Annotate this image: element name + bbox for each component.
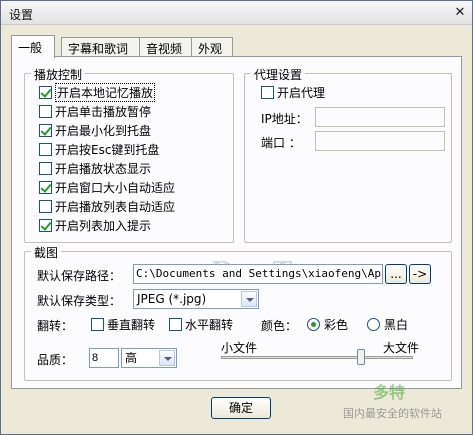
- color-option-color[interactable]: 彩色: [307, 316, 348, 332]
- tab-subtitles-label: 字幕和歌词: [68, 42, 129, 56]
- flip-horizontal-label: 水平翻转: [185, 317, 234, 332]
- tab-appearance[interactable]: 外观: [191, 37, 233, 57]
- flip-label: 翻转：: [37, 319, 74, 333]
- option-esc-tray[interactable]: 开启按Esc键到托盘: [39, 141, 159, 157]
- checkbox-flip-horizontal[interactable]: [169, 317, 182, 331]
- proxy-enable-label: 开启代理: [277, 85, 326, 100]
- tab-subtitles[interactable]: 字幕和歌词: [61, 37, 141, 57]
- tab-panel-general: 播放控制 开启本地记忆播放 开启单击播放暂停 开启最小化到托盘 开启按Esc键到…: [11, 56, 462, 389]
- quality-level-value: 高: [125, 351, 138, 365]
- option-label: 开启窗口大小自动适应: [55, 180, 176, 195]
- title-bar: 设置 ✕: [1, 1, 472, 25]
- quality-slider[interactable]: [221, 356, 413, 359]
- option-label: 开启按Esc键到托盘: [55, 142, 160, 157]
- settings-window: 设置 ✕ 一般 字幕和歌词 音视频 外观 播放控制 开启本地记忆播放 开启单击播…: [0, 0, 473, 435]
- save-path-label: 默认保存路径：: [37, 269, 122, 283]
- option-window-autofit[interactable]: 开启窗口大小自动适应: [39, 179, 175, 195]
- window-title: 设置: [9, 8, 34, 22]
- color-option-bw[interactable]: 黑白: [367, 316, 408, 332]
- checkbox-flip-vertical[interactable]: [91, 317, 104, 331]
- proxy-group: 代理设置 开启代理 IP地址： 端口 ：: [244, 66, 452, 243]
- radio-bw[interactable]: [367, 317, 380, 331]
- checkbox-local-memory[interactable]: [39, 85, 52, 99]
- checkbox-list-add-prompt[interactable]: [39, 218, 52, 232]
- save-type-value: JPEG (*.jpg): [137, 292, 207, 306]
- browse-button[interactable]: ...: [385, 264, 407, 284]
- quality-label: 品质：: [37, 353, 74, 367]
- quality-level-select[interactable]: 高: [121, 348, 177, 368]
- option-playlist-autofit[interactable]: 开启播放列表自动适应: [39, 198, 175, 214]
- proxy-port-input[interactable]: [315, 131, 445, 151]
- flip-horizontal-option[interactable]: 水平翻转: [169, 316, 233, 332]
- color-option-label: 彩色: [324, 317, 349, 332]
- option-label: 开启播放列表自动适应: [55, 199, 176, 214]
- radio-color[interactable]: [307, 317, 320, 331]
- playback-legend: 播放控制: [31, 66, 86, 83]
- quality-input[interactable]: 8: [89, 348, 119, 368]
- checkbox-minimize-tray[interactable]: [39, 123, 52, 137]
- checkbox-proxy-enable[interactable]: [261, 85, 274, 99]
- screenshot-legend: 截图: [31, 244, 62, 261]
- save-type-select[interactable]: JPEG (*.jpg): [133, 289, 259, 309]
- option-click-pause[interactable]: 开启单击播放暂停: [39, 103, 151, 119]
- chevron-down-icon[interactable]: [241, 291, 257, 307]
- open-folder-button[interactable]: ->: [409, 264, 431, 284]
- large-file-label: 大文件: [383, 341, 420, 355]
- proxy-legend: 代理设置: [251, 66, 306, 83]
- option-label: 开启最小化到托盘: [55, 123, 152, 138]
- checkbox-esc-tray[interactable]: [39, 142, 52, 156]
- proxy-ip-input[interactable]: [315, 107, 445, 127]
- proxy-enable[interactable]: 开启代理: [261, 84, 325, 100]
- proxy-port-label: 端口 ：: [261, 136, 301, 150]
- tab-appearance-label: 外观: [198, 42, 223, 56]
- tab-audio-video-label: 音视频: [146, 42, 183, 56]
- proxy-ip-label: IP地址：: [261, 112, 308, 126]
- option-minimize-tray[interactable]: 开启最小化到托盘: [39, 122, 151, 138]
- option-list-add-prompt[interactable]: 开启列表加入提示: [39, 217, 151, 233]
- checkbox-click-pause[interactable]: [39, 104, 52, 118]
- option-local-memory[interactable]: 开启本地记忆播放: [39, 82, 156, 102]
- checkbox-window-autofit[interactable]: [39, 180, 52, 194]
- flip-vertical-label: 垂直翻转: [107, 317, 156, 332]
- screenshot-group: 截图 默认保存路径： C:\Documents and Settings\xia…: [24, 244, 452, 381]
- color-label: 颜色：: [261, 319, 298, 333]
- flip-vertical-option[interactable]: 垂直翻转: [91, 316, 155, 332]
- option-label: 开启本地记忆播放: [55, 82, 156, 102]
- tab-general[interactable]: 一般: [11, 35, 55, 58]
- ok-button[interactable]: 确定: [211, 397, 271, 419]
- option-label: 开启单击播放暂停: [55, 104, 152, 119]
- color-option-label: 黑白: [384, 317, 409, 332]
- tab-general-label: 一般: [18, 41, 43, 55]
- tab-audio-video[interactable]: 音视频: [139, 37, 193, 57]
- quality-slider-thumb[interactable]: [357, 349, 366, 365]
- save-path-input[interactable]: C:\Documents and Settings\xiaofeng\Appli…: [133, 264, 383, 284]
- option-label: 开启列表加入提示: [55, 218, 152, 233]
- brand-logo: 多特: [373, 383, 406, 402]
- option-label: 开启播放状态显示: [55, 161, 152, 176]
- option-status-display[interactable]: 开启播放状态显示: [39, 160, 151, 176]
- chevron-down-icon[interactable]: [159, 350, 175, 366]
- brand-caption: 国内最安全的软件站: [343, 407, 442, 420]
- save-type-label: 默认保存类型：: [37, 294, 122, 308]
- playback-group: 播放控制 开启本地记忆播放 开启单击播放暂停 开启最小化到托盘 开启按Esc键到…: [24, 66, 234, 243]
- checkbox-status-display[interactable]: [39, 161, 52, 175]
- close-icon[interactable]: ✕: [453, 6, 467, 20]
- checkbox-playlist-autofit[interactable]: [39, 199, 52, 213]
- small-file-label: 小文件: [221, 341, 258, 355]
